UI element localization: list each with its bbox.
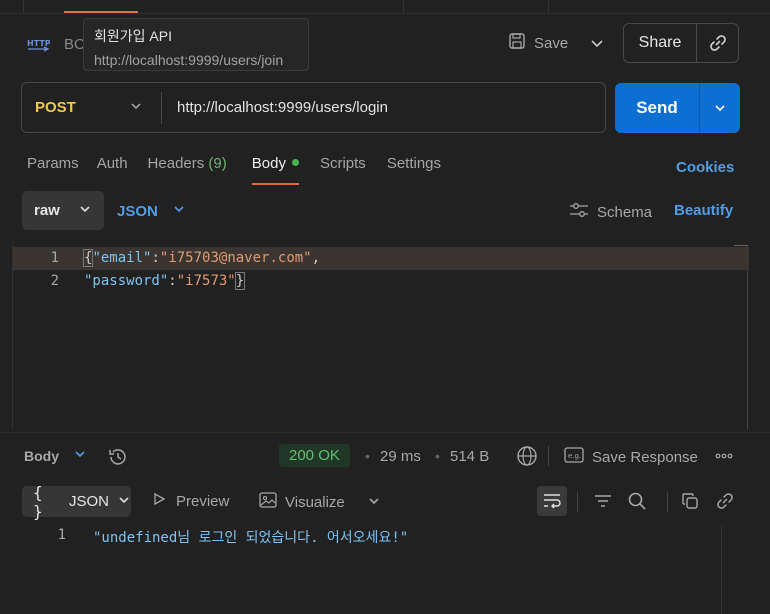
chevron-down-icon	[73, 447, 87, 465]
body-format-label: JSON	[117, 202, 158, 220]
schema-button[interactable]: Schema	[569, 202, 652, 222]
response-size[interactable]: 514 B	[450, 448, 489, 465]
copy-icon[interactable]	[680, 491, 700, 511]
body-mode-select[interactable]: raw	[22, 191, 104, 230]
share-button[interactable]: Share	[623, 23, 739, 63]
line-number: 1	[57, 527, 66, 543]
visualize-chevron-icon[interactable]	[367, 494, 381, 512]
history-icon[interactable]	[107, 446, 129, 472]
response-section-select[interactable]: Body	[24, 447, 87, 465]
http-icon: HTTP	[26, 34, 51, 54]
url-bar: POST	[21, 82, 606, 133]
share-label: Share	[638, 34, 682, 51]
request-tabs: Params Auth Headers (9) Body Scripts Set…	[27, 155, 456, 185]
save-icon	[508, 32, 526, 54]
method-label: POST	[35, 99, 76, 116]
tooltip-title: 회원가입 API	[94, 28, 172, 44]
top-tab-strip	[0, 0, 770, 14]
globe-icon[interactable]	[516, 445, 538, 471]
svg-text:HTTP: HTTP	[27, 39, 50, 48]
search-icon[interactable]	[627, 491, 647, 511]
save-example-icon: e.g.	[564, 447, 584, 467]
body-indicator-dot	[291, 159, 299, 166]
save-response-button[interactable]: e.g. Save Response	[564, 447, 698, 467]
save-response-label: Save Response	[592, 448, 698, 466]
sliders-icon	[569, 202, 589, 222]
tab-params[interactable]: Params	[27, 155, 79, 185]
send-button[interactable]: Send	[615, 83, 740, 133]
filter-icon[interactable]	[593, 491, 613, 511]
visualize-tab[interactable]: Visualize	[259, 492, 345, 512]
copy-link-icon[interactable]	[697, 33, 738, 53]
status-badge[interactable]: 200 OK	[279, 444, 350, 467]
link-icon[interactable]	[715, 491, 735, 511]
visualize-label: Visualize	[285, 493, 345, 511]
tab-auth[interactable]: Auth	[97, 155, 128, 185]
more-options-icon[interactable]	[714, 446, 734, 471]
body-mode-label: raw	[34, 202, 60, 219]
response-format-select[interactable]: { } JSON	[22, 483, 131, 521]
svg-text:e.g.: e.g.	[568, 452, 581, 460]
send-options-chevron-icon[interactable]	[700, 101, 740, 115]
response-body-text[interactable]: "undefined님 로그인 되었습니다. 어서오세요!"	[93, 527, 408, 547]
save-options-chevron-icon[interactable]	[588, 34, 606, 52]
preview-label: Preview	[176, 492, 230, 510]
chevron-down-icon	[117, 493, 131, 511]
headers-count: (9)	[208, 155, 227, 172]
play-icon	[152, 492, 166, 510]
cookies-link[interactable]: Cookies	[676, 159, 734, 176]
send-label: Send	[636, 98, 678, 117]
code-line: 2 "password":"i7573"}	[50, 272, 246, 290]
chevron-down-icon	[172, 202, 186, 220]
tab-headers[interactable]: Headers (9)	[148, 155, 227, 185]
response-time[interactable]: 29 ms	[380, 448, 421, 465]
preview-tab[interactable]: Preview	[152, 492, 229, 510]
chevron-down-icon	[129, 99, 143, 117]
schema-label: Schema	[597, 203, 653, 221]
chevron-down-icon	[78, 202, 92, 220]
response-body-line: 1 "undefined님 로그인 되었습니다. 어서오세요!"	[0, 527, 740, 549]
url-input[interactable]	[162, 99, 605, 116]
tab-settings[interactable]: Settings	[387, 155, 441, 185]
beautify-button[interactable]: Beautify	[674, 202, 733, 219]
tooltip-url: http://localhost:9999/users/join	[94, 52, 284, 68]
response-format-label: JSON	[68, 493, 109, 510]
method-select[interactable]: POST	[22, 83, 161, 132]
save-label: Save	[534, 34, 569, 52]
wrap-lines-icon[interactable]	[537, 486, 567, 516]
tab-scripts[interactable]: Scripts	[320, 155, 366, 185]
request-tooltip: 회원가입 API http://localhost:9999/users/joi…	[83, 18, 309, 71]
braces-icon: { }	[33, 482, 43, 521]
tab-body[interactable]: Body	[251, 155, 300, 185]
image-icon	[259, 492, 277, 512]
response-section-label: Body	[24, 448, 59, 464]
save-button[interactable]: Save	[508, 30, 568, 56]
request-body-editor[interactable]: 1 {"email":"i75703@naver.com", 2 "passwo…	[12, 245, 749, 429]
code-line: 1 {"email":"i75703@naver.com",	[13, 247, 749, 270]
body-format-select[interactable]: JSON	[117, 202, 186, 220]
